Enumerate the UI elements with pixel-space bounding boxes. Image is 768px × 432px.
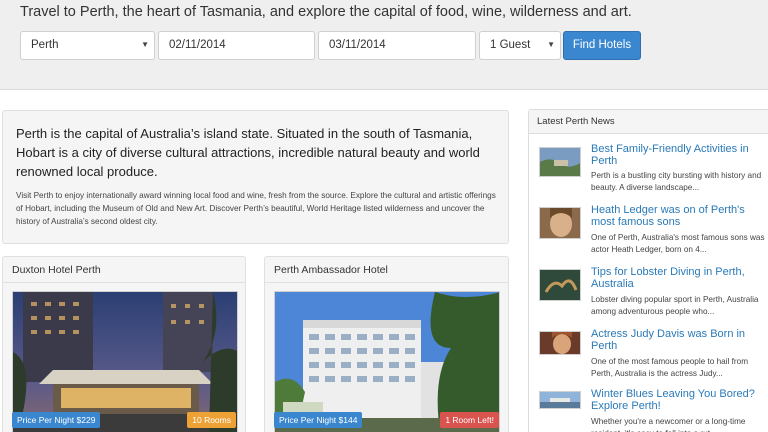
news-header: Latest Perth News (529, 110, 768, 134)
availability-badge: 10 Rooms (187, 412, 236, 428)
availability-badge: 1 Room Left! (440, 412, 499, 428)
news-item[interactable]: Actress Judy Davis was Born in Perth One… (529, 328, 768, 390)
hotel-name[interactable]: Duxton Hotel Perth (12, 264, 101, 276)
hotel-photo[interactable] (274, 291, 500, 432)
news-excerpt: Lobster diving popular sport in Perth, A… (591, 295, 759, 316)
news-thumbnail[interactable] (539, 147, 581, 177)
intro-lead-text: Perth is the capital of Australia’s isla… (16, 126, 480, 179)
divider (265, 282, 508, 283)
destination-value: Perth (31, 39, 59, 51)
news-title[interactable]: Heath Ledger was on of Perth's most famo… (591, 204, 768, 228)
news-title[interactable]: Actress Judy Davis was Born in Perth (591, 328, 768, 352)
news-item[interactable]: Winter Blues Leaving You Bored? Explore … (529, 388, 768, 432)
news-excerpt: Perth is a bustling city bursting with h… (591, 171, 762, 192)
hotel-photo[interactable] (12, 291, 238, 432)
news-excerpt: Whether you're a newcomer or a long-time… (591, 417, 746, 432)
news-item[interactable]: Heath Ledger was on of Perth's most famo… (529, 204, 768, 266)
chevron-down-icon: ▼ (141, 40, 149, 49)
price-badge: Price Per Night $144 (274, 412, 363, 428)
news-title[interactable]: Tips for Lobster Diving in Perth, Austra… (591, 266, 768, 290)
news-item[interactable]: Best Family-Friendly Activities in Perth… (529, 142, 768, 204)
divider (3, 282, 245, 283)
hotel-name[interactable]: Perth Ambassador Hotel (274, 264, 388, 276)
check-out-value: 03/11/2014 (329, 39, 386, 51)
guests-select[interactable]: 1 Guest ▼ (479, 31, 561, 60)
news-thumbnail[interactable] (539, 331, 581, 355)
find-hotels-button[interactable]: Find Hotels (563, 31, 641, 60)
hotel-card[interactable]: Duxton Hotel Perth Price Per Night $229 … (2, 256, 246, 432)
check-in-value: 02/11/2014 (169, 39, 226, 51)
hotel-card[interactable]: Perth Ambassador Hotel Price Per Night $… (264, 256, 509, 432)
news-thumbnail[interactable] (539, 391, 581, 409)
intro-body-text: Visit Perth to enjoy internationally awa… (16, 191, 496, 226)
guests-value: 1 Guest (490, 39, 531, 51)
check-in-date-field[interactable]: 02/11/2014 (158, 31, 315, 60)
chevron-down-icon: ▼ (547, 40, 555, 49)
news-title[interactable]: Winter Blues Leaving You Bored? Explore … (591, 388, 768, 412)
news-sidebar: Latest Perth News Best Family-Friendly A… (528, 109, 768, 432)
news-thumbnail[interactable] (539, 207, 581, 239)
destination-select[interactable]: Perth ▼ (20, 31, 155, 60)
tagline: Travel to Perth, the heart of Tasmania, … (20, 4, 632, 20)
news-title[interactable]: Best Family-Friendly Activities in Perth (591, 143, 768, 167)
check-out-date-field[interactable]: 03/11/2014 (318, 31, 476, 60)
news-excerpt: One of the most famous people to hail fr… (591, 357, 749, 378)
news-thumbnail[interactable] (539, 269, 581, 301)
news-item[interactable]: Tips for Lobster Diving in Perth, Austra… (529, 266, 768, 328)
news-excerpt: One of Perth, Australia's most famous so… (591, 233, 765, 254)
search-bar: Travel to Perth, the heart of Tasmania, … (0, 0, 768, 90)
price-badge: Price Per Night $229 (12, 412, 101, 428)
intro-panel: Perth is the capital of Australia’s isla… (2, 110, 509, 244)
